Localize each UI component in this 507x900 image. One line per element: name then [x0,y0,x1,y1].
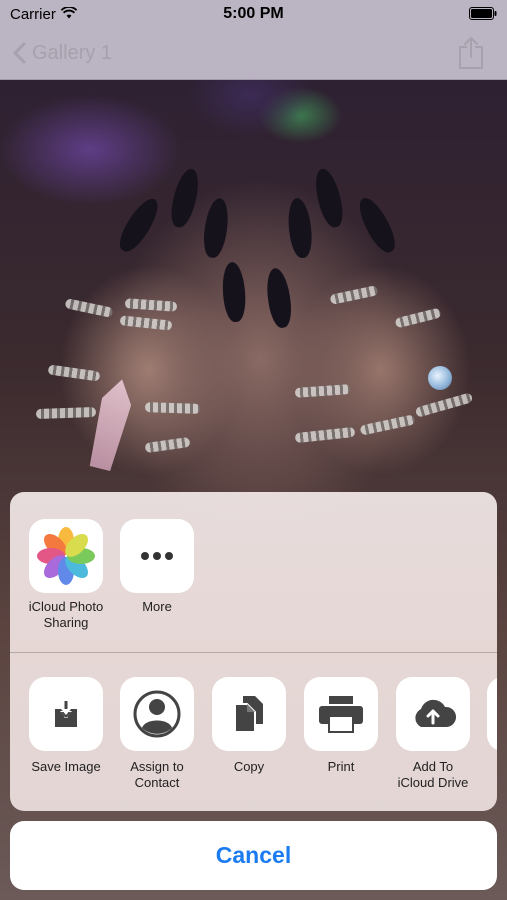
photo-crystal [85,376,136,473]
more-icon [141,552,173,560]
assign-to-contact-label: Assign to Contact [130,759,184,790]
share-icon[interactable] [457,36,485,70]
status-time: 5:00 PM [223,5,284,22]
icloud-drive-icon [415,699,457,727]
copy-button[interactable] [212,677,286,751]
more-label: More [142,599,172,614]
add-to-icloud-drive-label: Add To iCloud Drive [397,759,469,790]
add-to-icloud-drive-button[interactable] [396,677,470,751]
back-chevron-icon [13,42,26,64]
back-label: Gallery 1 [32,41,113,64]
print-icon [319,696,363,733]
back-button[interactable]: Gallery 1 [12,38,112,68]
save-image-label: Save Image [31,759,101,774]
next-action-button[interactable] [487,677,497,751]
battery-icon [469,7,497,20]
print-label: Print [327,759,355,774]
print-button[interactable] [304,677,378,751]
navigation-bar: Gallery 1 [0,28,507,80]
cancel-button[interactable]: Cancel [10,821,497,890]
save-image-button[interactable] [29,677,103,751]
copy-icon [234,696,263,733]
assign-to-contact-button[interactable] [120,677,194,751]
share-sheet: iCloud Photo Sharing More Save Image Ass… [10,492,497,811]
more-button[interactable] [120,519,194,593]
save-image-icon [55,701,77,727]
photos-icon [37,527,95,585]
photo-moonstone [428,366,452,390]
row-divider [10,652,497,653]
icloud-photo-sharing-label: iCloud Photo Sharing [28,599,104,630]
icloud-photo-sharing-button[interactable] [29,519,103,593]
copy-label: Copy [233,759,265,774]
status-bar: Carrier 5:00 PM [0,0,507,28]
contact-icon [133,690,181,738]
